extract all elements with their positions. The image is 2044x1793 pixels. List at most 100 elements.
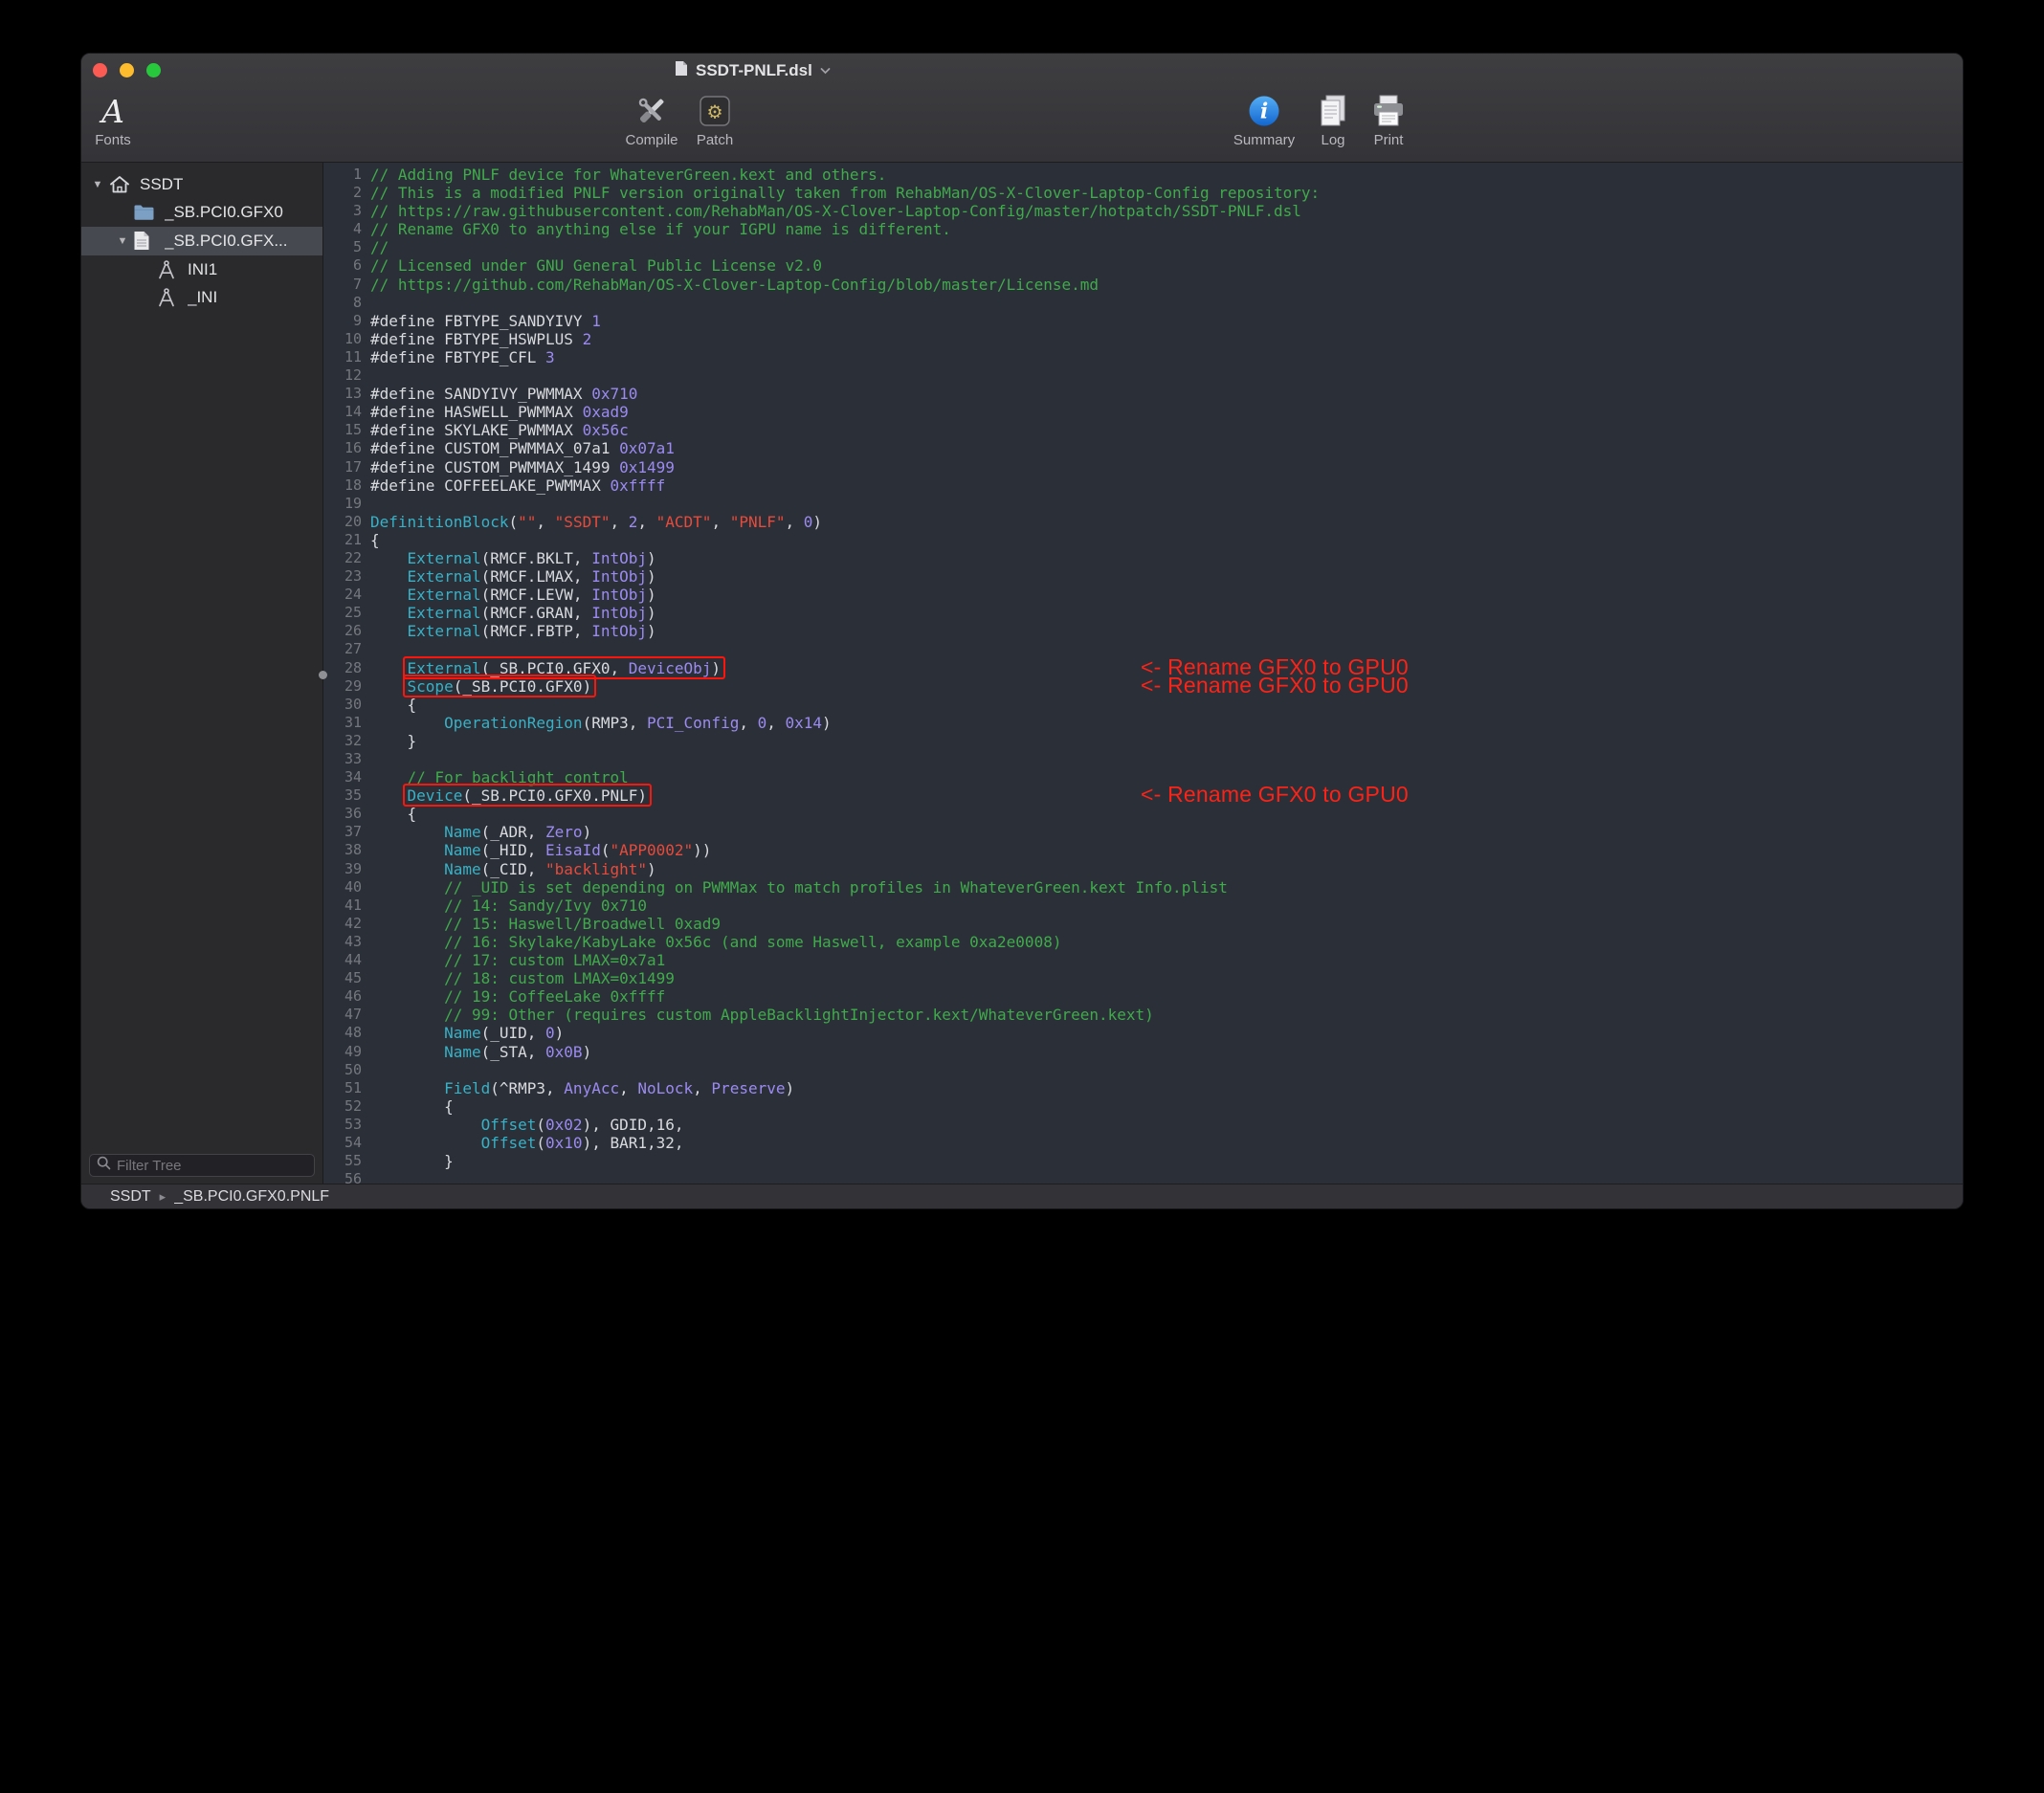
code-line[interactable]: 46 // 19: CoffeeLake 0xffff	[323, 987, 1963, 1006]
breadcrumb-root[interactable]: SSDT	[110, 1188, 151, 1206]
code-line[interactable]: 26 External(RMCF.FBTP, IntObj)	[323, 622, 1963, 640]
code-line[interactable]: 8	[323, 294, 1963, 312]
code-line[interactable]: 17#define CUSTOM_PWMMAX_1499 0x1499	[323, 458, 1963, 476]
line-number: 35	[323, 786, 362, 805]
log-button[interactable]: Log	[1303, 90, 1363, 148]
code-line[interactable]: 36 {	[323, 805, 1963, 823]
code-text: #define FBTYPE_CFL 3	[370, 348, 555, 366]
code-line[interactable]: 13#define SANDYIVY_PWMMAX 0x710	[323, 385, 1963, 403]
code-text: Name(_ADR, Zero)	[370, 823, 591, 841]
code-editor[interactable]: 1// Adding PNLF device for WhateverGreen…	[323, 163, 1963, 1184]
code-line[interactable]: 41 // 14: Sandy/Ivy 0x710	[323, 896, 1963, 915]
code-line[interactable]: 37 Name(_ADR, Zero)	[323, 823, 1963, 841]
disclosure-triangle-icon[interactable]: ▼	[112, 235, 133, 247]
code-line[interactable]: 53 Offset(0x02), GDID,16,	[323, 1116, 1963, 1134]
code-line[interactable]: 54 Offset(0x10), BAR1,32,	[323, 1134, 1963, 1152]
code-line[interactable]: 42 // 15: Haswell/Broadwell 0xad9	[323, 915, 1963, 933]
code-line[interactable]: 18#define COFFEELAKE_PWMMAX 0xffff	[323, 476, 1963, 495]
code-line[interactable]: 5//	[323, 238, 1963, 256]
code-line[interactable]: 29 Scope(_SB.PCI0.GFX0)<- Rename GFX0 to…	[323, 677, 1963, 696]
code-lines: 1// Adding PNLF device for WhateverGreen…	[323, 166, 1963, 1184]
code-text: Scope(_SB.PCI0.GFX0)	[370, 677, 591, 696]
line-number: 27	[323, 640, 362, 658]
line-number: 36	[323, 805, 362, 823]
code-line[interactable]: 22 External(RMCF.BKLT, IntObj)	[323, 549, 1963, 567]
sidebar-item-sb-pci0-gfx[interactable]: ▼ _SB.PCI0.GFX...	[81, 227, 322, 255]
code-line[interactable]: 12	[323, 366, 1963, 385]
code-line[interactable]: 32 }	[323, 732, 1963, 750]
sidebar-item-ini[interactable]: _INI	[81, 283, 322, 312]
code-text: Name(_STA, 0x0B)	[370, 1043, 591, 1061]
tree-item-label: _SB.PCI0.GFX...	[165, 232, 288, 251]
code-line[interactable]: 38 Name(_HID, EisaId("APP0002"))	[323, 841, 1963, 859]
breadcrumb-path[interactable]: _SB.PCI0.GFX0.PNLF	[174, 1188, 329, 1206]
code-line[interactable]: 31 OperationRegion(RMP3, PCI_Config, 0, …	[323, 714, 1963, 732]
code-line[interactable]: 39 Name(_CID, "backlight")	[323, 860, 1963, 878]
code-text: External(_SB.PCI0.GFX0, DeviceObj)	[370, 659, 721, 677]
code-text: // Licensed under GNU General Public Lic…	[370, 256, 822, 275]
sidebar-item-sb-pci0-gfx0[interactable]: _SB.PCI0.GFX0	[81, 199, 322, 228]
summary-label: Summary	[1223, 132, 1305, 148]
print-button[interactable]: Print	[1359, 90, 1418, 148]
code-line[interactable]: 20DefinitionBlock("", "SSDT", 2, "ACDT",…	[323, 513, 1963, 531]
code-line[interactable]: 48 Name(_UID, 0)	[323, 1024, 1963, 1042]
filter-tree-field[interactable]	[89, 1154, 315, 1177]
code-line[interactable]: 47 // 99: Other (requires custom AppleBa…	[323, 1006, 1963, 1024]
code-line[interactable]: 23 External(RMCF.LMAX, IntObj)	[323, 567, 1963, 586]
code-line[interactable]: 16#define CUSTOM_PWMMAX_07a1 0x07a1	[323, 439, 1963, 457]
code-line[interactable]: 4// Rename GFX0 to anything else if your…	[323, 220, 1963, 238]
code-line[interactable]: 10#define FBTYPE_HSWPLUS 2	[323, 330, 1963, 348]
code-line[interactable]: 30 {	[323, 696, 1963, 714]
line-number: 34	[323, 768, 362, 786]
code-text: Device(_SB.PCI0.GFX0.PNLF)	[370, 786, 647, 805]
line-number: 54	[323, 1134, 362, 1152]
home-icon	[108, 174, 135, 194]
code-text: // 18: custom LMAX=0x1499	[370, 969, 675, 987]
code-line[interactable]: 44 // 17: custom LMAX=0x7a1	[323, 951, 1963, 969]
line-number: 53	[323, 1116, 362, 1134]
code-line[interactable]: 33	[323, 750, 1963, 768]
code-line[interactable]: 7// https://github.com/RehabMan/OS-X-Clo…	[323, 276, 1963, 294]
code-line[interactable]: 35 Device(_SB.PCI0.GFX0.PNLF)<- Rename G…	[323, 786, 1963, 805]
filter-tree-input[interactable]	[117, 1158, 307, 1174]
document-proxy-icon[interactable]	[675, 60, 688, 81]
sidebar-item-ini1[interactable]: INI1	[81, 255, 322, 284]
fonts-button[interactable]: A Fonts	[81, 90, 144, 148]
code-line[interactable]: 56	[323, 1170, 1963, 1184]
code-line[interactable]: 6// Licensed under GNU General Public Li…	[323, 256, 1963, 275]
code-line[interactable]: 51 Field(^RMP3, AnyAcc, NoLock, Preserve…	[323, 1079, 1963, 1097]
code-line[interactable]: 50	[323, 1061, 1963, 1079]
chevron-down-icon[interactable]	[820, 62, 831, 79]
line-number: 9	[323, 312, 362, 330]
sidebar: ▼SSDT_SB.PCI0.GFX0 ▼ _SB.PCI0.GFX... INI1_I…	[81, 163, 322, 1184]
code-line[interactable]: 25 External(RMCF.GRAN, IntObj)	[323, 604, 1963, 622]
patch-button[interactable]: ⚙ Patch	[680, 90, 749, 148]
code-line[interactable]: 15#define SKYLAKE_PWMMAX 0x56c	[323, 421, 1963, 439]
code-line[interactable]: 45 // 18: custom LMAX=0x1499	[323, 969, 1963, 987]
code-line[interactable]: 1// Adding PNLF device for WhateverGreen…	[323, 166, 1963, 184]
code-line[interactable]: 9#define FBTYPE_SANDYIVY 1	[323, 312, 1963, 330]
line-number: 1	[323, 166, 362, 184]
code-line[interactable]: 40 // _UID is set depending on PWMMax to…	[323, 878, 1963, 896]
code-line[interactable]: 24 External(RMCF.LEVW, IntObj)	[323, 586, 1963, 604]
code-text: }	[370, 732, 416, 750]
code-line[interactable]: 49 Name(_STA, 0x0B)	[323, 1043, 1963, 1061]
code-line[interactable]: 11#define FBTYPE_CFL 3	[323, 348, 1963, 366]
code-line[interactable]: 21{	[323, 531, 1963, 549]
code-line[interactable]: 52 {	[323, 1097, 1963, 1116]
code-line[interactable]: 43 // 16: Skylake/KabyLake 0x56c (and so…	[323, 933, 1963, 951]
summary-button[interactable]: i Summary	[1223, 90, 1305, 148]
sidebar-item-ssdt[interactable]: ▼SSDT	[81, 170, 322, 199]
window-title-group[interactable]: SSDT-PNLF.dsl	[675, 60, 831, 81]
code-line[interactable]: 19	[323, 495, 1963, 513]
disclosure-triangle-icon[interactable]: ▼	[87, 179, 108, 190]
code-line[interactable]: 14#define HASWELL_PWMMAX 0xad9	[323, 403, 1963, 421]
fonts-label: Fonts	[81, 132, 144, 148]
code-line[interactable]: 55 }	[323, 1152, 1963, 1170]
code-line[interactable]: 3// https://raw.githubusercontent.com/Re…	[323, 202, 1963, 220]
titlebar[interactable]: SSDT-PNLF.dsl	[81, 54, 1963, 86]
close-button[interactable]	[93, 63, 107, 77]
code-line[interactable]: 2// This is a modified PNLF version orig…	[323, 184, 1963, 202]
zoom-button[interactable]	[146, 63, 161, 77]
minimize-button[interactable]	[120, 63, 134, 77]
